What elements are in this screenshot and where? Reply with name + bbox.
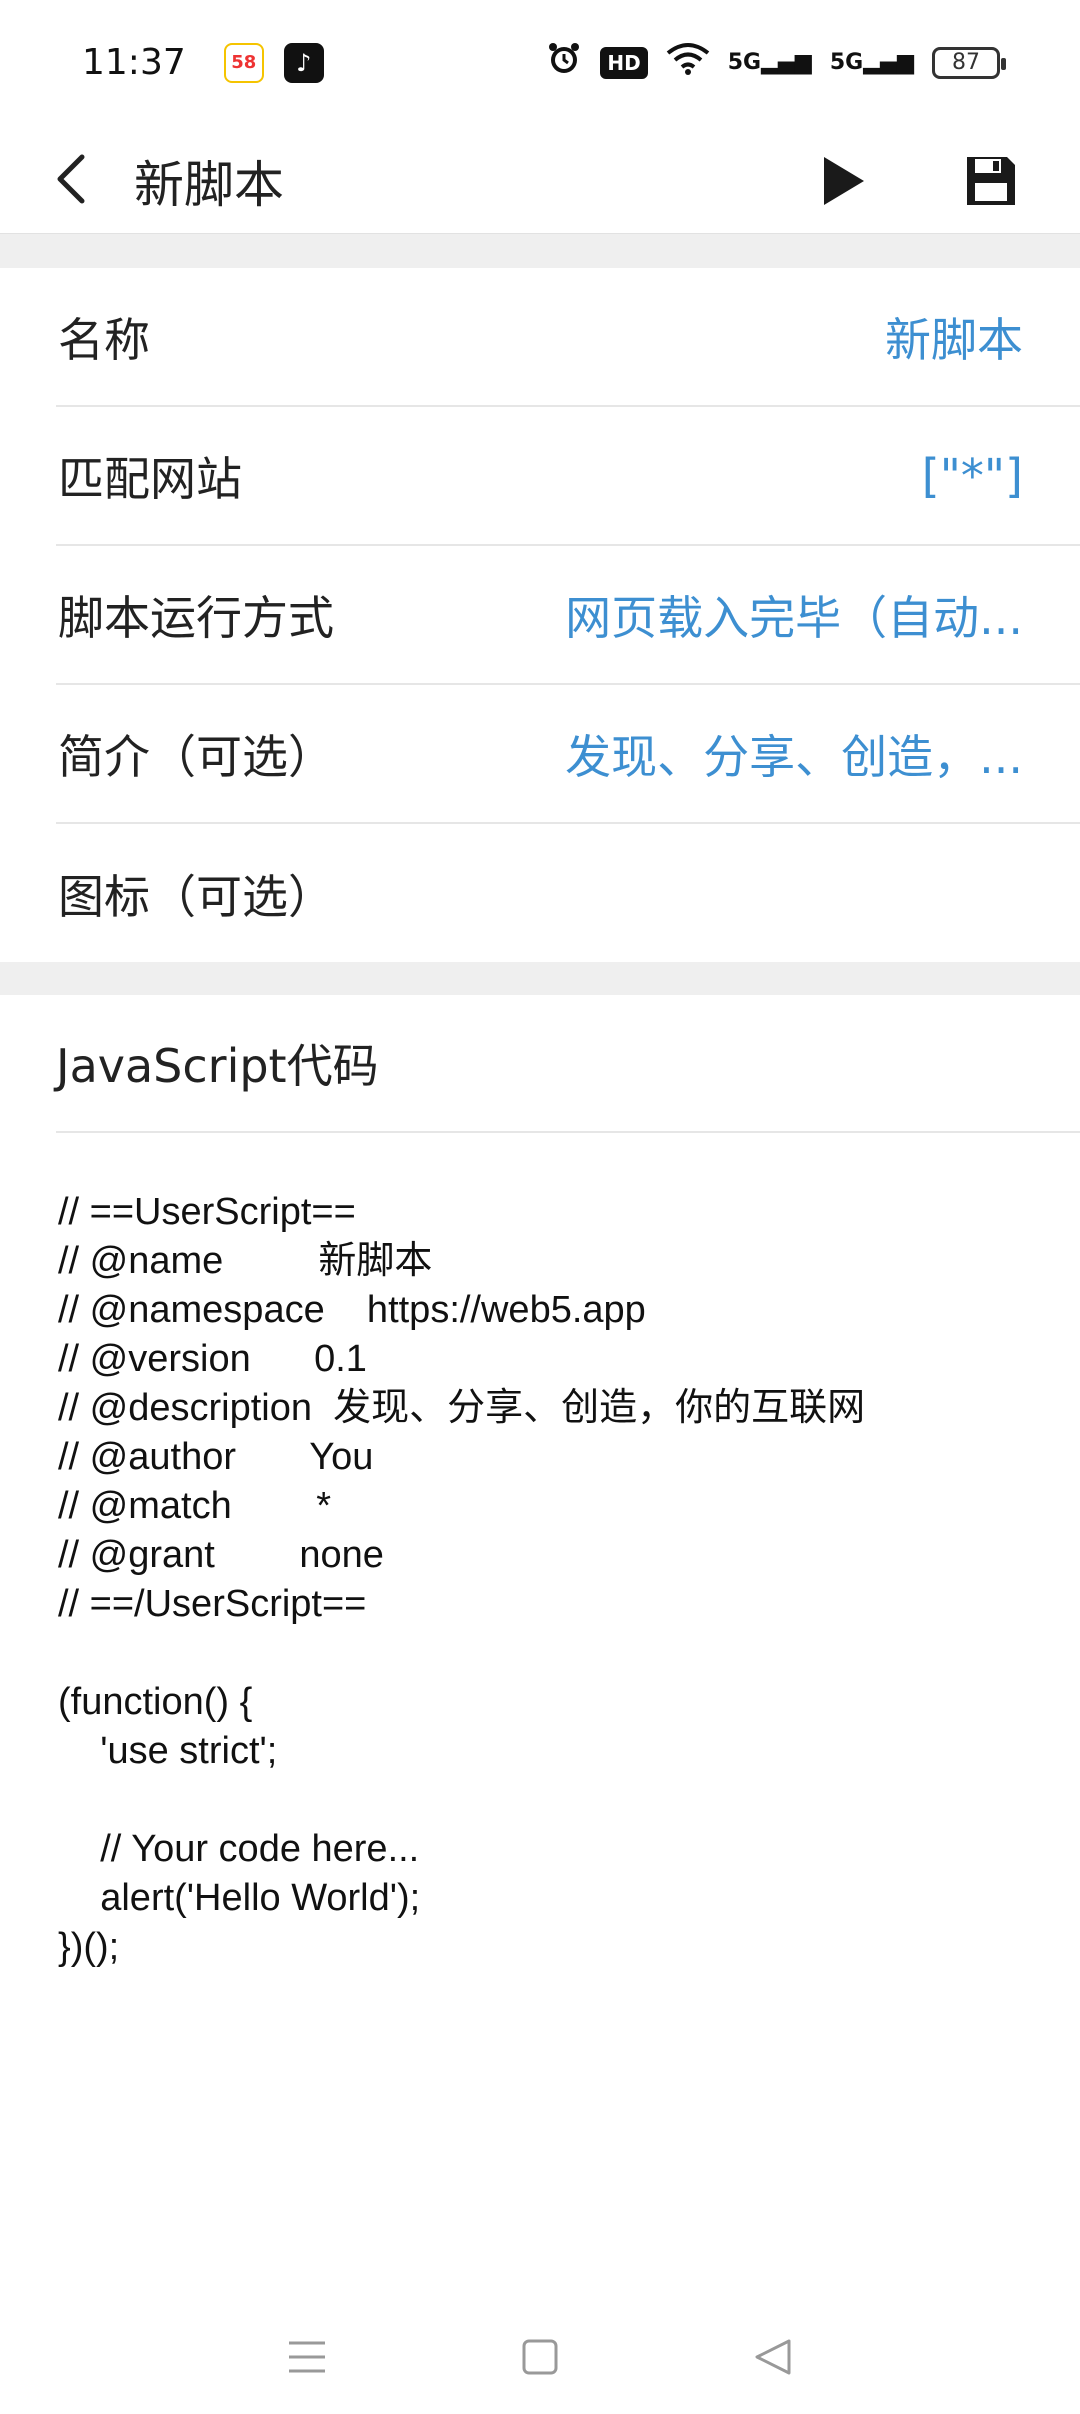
code-line: // ==/UserScript==: [58, 1583, 367, 1625]
code-line: // @version 0.1: [58, 1338, 367, 1380]
status-bar: 11:37 58 ♪ HD 5G▂▄▆ 5G▂▄▆ 87: [0, 0, 1080, 125]
code-line: 'use strict';: [58, 1730, 278, 1772]
description-row[interactable]: 简介（可选） 发现、分享、创造，...: [56, 685, 1080, 824]
row-label: 简介（可选）: [58, 729, 334, 784]
code-line: // @name 新脚本: [58, 1240, 433, 1282]
code-line: })();: [58, 1926, 120, 1968]
row-value: ["*"]: [921, 448, 1023, 503]
run-button[interactable]: [808, 145, 880, 217]
wifi-icon: [666, 41, 710, 84]
signal-5g-1-icon: 5G▂▄▆: [727, 50, 812, 75]
home-square-icon: [522, 2339, 558, 2375]
battery-level: 87: [952, 50, 980, 75]
row-label: 匹配网站: [58, 451, 242, 506]
floppy-disk-icon: [967, 157, 1015, 205]
tiktok-icon: ♪: [283, 42, 324, 83]
status-time: 11:37: [82, 42, 186, 83]
script-settings-list: 名称 新脚本 匹配网站 ["*"] 脚本运行方式 网页载入完毕（自动... 简介…: [0, 268, 1080, 963]
code-section-title: JavaScript代码: [56, 1039, 379, 1093]
code-line: // Your code here...: [58, 1828, 420, 1870]
section-divider: [0, 962, 1080, 995]
code-line: // @namespace https://web5.app: [58, 1289, 646, 1331]
section-divider: [0, 233, 1080, 268]
name-row[interactable]: 名称 新脚本: [56, 268, 1080, 407]
battery-icon: 87: [932, 46, 1006, 79]
recents-button[interactable]: [277, 2327, 337, 2387]
row-value: 发现、分享、创造，...: [565, 729, 1023, 784]
code-line: // @description 发现、分享、创造，你的互联网: [58, 1387, 866, 1429]
app-bar: 新脚本: [0, 125, 1080, 233]
save-button[interactable]: [955, 145, 1027, 217]
back-button[interactable]: [40, 147, 104, 211]
signal-label: 5G: [829, 50, 864, 75]
match-site-row[interactable]: 匹配网站 ["*"]: [56, 407, 1080, 546]
row-value: 新脚本: [885, 312, 1023, 367]
row-value: 网页载入完毕（自动...: [565, 590, 1023, 645]
code-line: alert('Hello World');: [58, 1877, 421, 1919]
app-58-icon: 58: [223, 42, 264, 83]
row-label: 脚本运行方式: [58, 590, 334, 645]
code-line: // ==UserScript==: [58, 1191, 356, 1233]
page-title: 新脚本: [134, 156, 284, 214]
code-line: (function() {: [58, 1681, 253, 1723]
alarm-icon: [546, 40, 582, 85]
run-mode-row[interactable]: 脚本运行方式 网页载入完毕（自动...: [56, 546, 1080, 685]
system-nav-bar: [0, 2300, 1080, 2414]
home-button[interactable]: [510, 2327, 570, 2387]
icon-row[interactable]: 图标（可选）: [56, 824, 1080, 963]
code-line: // @match *: [58, 1485, 331, 1527]
code-line: // @author You: [58, 1436, 374, 1478]
code-line: // @grant none: [58, 1534, 384, 1576]
menu-icon: [288, 2341, 325, 2373]
signal-5g-2-icon: 5G▂▄▆: [829, 50, 914, 75]
triangle-back-icon: [755, 2339, 791, 2375]
play-icon: [824, 157, 864, 205]
code-editor[interactable]: // ==UserScript== // @name 新脚本 // @names…: [58, 1188, 1038, 1972]
row-label: 名称: [58, 312, 150, 367]
signal-label: 5G: [727, 50, 762, 75]
chevron-left-icon: [57, 154, 85, 204]
row-label: 图标（可选）: [58, 869, 334, 924]
nav-back-button[interactable]: [743, 2327, 803, 2387]
hd-voice-icon: HD: [600, 46, 648, 79]
status-indicators: HD 5G▂▄▆ 5G▂▄▆ 87: [546, 40, 1006, 85]
code-section-header: JavaScript代码: [56, 995, 1080, 1133]
